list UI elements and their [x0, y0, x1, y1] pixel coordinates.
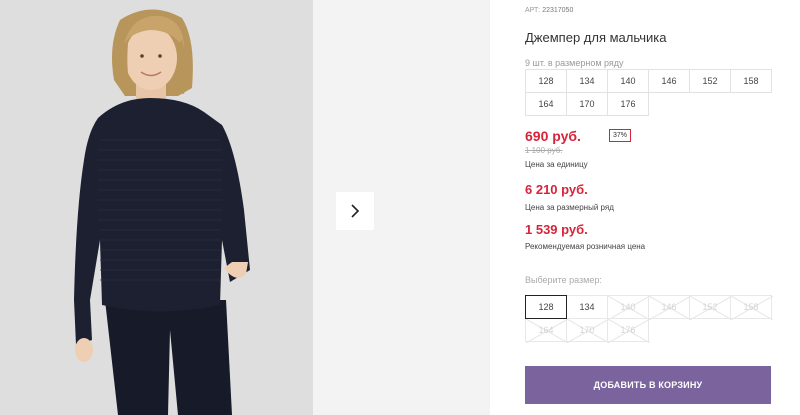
size-option-label: 158	[743, 302, 759, 312]
size-option-146[interactable]: 146	[648, 295, 691, 320]
boy-in-sweater-image	[0, 0, 313, 415]
size-range-cell: 134	[566, 69, 608, 93]
row-price: 6 210 руб.	[525, 182, 588, 197]
size-selector-row: 164 170 176	[525, 318, 777, 343]
size-option-152[interactable]: 152	[689, 295, 732, 320]
retail-price-label: Рекомендуемая розничная цена	[525, 242, 646, 251]
size-option-label: 152	[702, 302, 718, 312]
size-option-label: 146	[661, 302, 677, 312]
size-option-label: 170	[579, 325, 595, 335]
current-price: 690 руб.	[525, 128, 581, 144]
size-range-grid: 128 134 140 146 152 158 164 170 176	[525, 69, 777, 116]
discount-badge: 37%	[609, 129, 632, 142]
unit-price-label: Цена за единицу	[525, 160, 588, 169]
size-option-134[interactable]: 134	[566, 295, 608, 319]
size-option-170[interactable]: 170	[566, 318, 609, 343]
size-range-cell: 152	[689, 69, 731, 93]
product-title: Джемпер для мальчика	[525, 30, 667, 45]
gallery-next-button[interactable]	[336, 192, 374, 230]
size-option-label: 140	[620, 302, 636, 312]
chevron-right-icon	[351, 204, 360, 218]
row-price-label: Цена за размерный ряд	[525, 203, 614, 212]
product-gallery	[0, 0, 490, 415]
size-range-cell: 164	[525, 92, 567, 116]
size-option-label: 164	[538, 325, 554, 335]
size-range-cell: 128	[525, 69, 567, 93]
article-number: АРТ: 22317050	[525, 7, 573, 14]
size-range-cell: 146	[648, 69, 690, 93]
size-range-cell: 140	[607, 69, 649, 93]
size-range-row: 164 170 176	[525, 92, 777, 116]
add-to-cart-button[interactable]: ДОБАВИТЬ В КОРЗИНУ	[525, 366, 771, 404]
article-value: 22317050	[542, 7, 574, 14]
size-range-cell: 170	[566, 92, 608, 116]
choose-size-label: Выберите размер:	[525, 275, 602, 285]
size-option-128[interactable]: 128	[525, 295, 567, 319]
size-option-158[interactable]: 158	[730, 295, 773, 320]
size-option-140[interactable]: 140	[607, 295, 650, 320]
pack-size-note: 9 шт. в размерном ряду	[525, 58, 624, 68]
size-option-label: 176	[620, 325, 636, 335]
size-selector: 128 134 140 146 152 158 164 170 176	[525, 295, 777, 343]
old-price: 1 100 руб.	[525, 146, 563, 155]
retail-price: 1 539 руб.	[525, 222, 588, 237]
product-photo[interactable]	[0, 0, 313, 415]
size-option-176[interactable]: 176	[607, 318, 650, 343]
size-selector-row: 128 134 140 146 152 158	[525, 295, 777, 320]
size-range-cell: 158	[730, 69, 772, 93]
size-option-164[interactable]: 164	[525, 318, 568, 343]
size-range-row: 128 134 140 146 152 158	[525, 69, 777, 93]
article-label: АРТ:	[525, 7, 541, 14]
size-range-cell: 176	[607, 92, 649, 116]
